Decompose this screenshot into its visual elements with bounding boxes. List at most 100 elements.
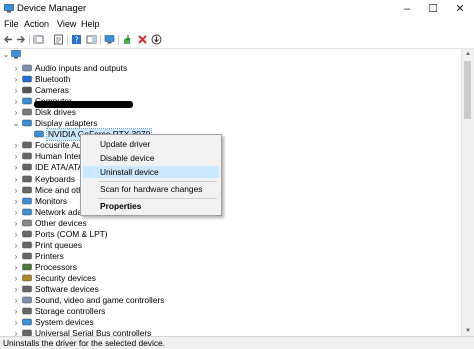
chevron-right-icon[interactable]: ›	[12, 207, 20, 218]
storage-controller-icon	[22, 307, 32, 315]
menu-file[interactable]: File	[4, 19, 19, 29]
forward-arrow-icon[interactable]	[15, 34, 26, 45]
tree-category-item[interactable]: › Audio inputs and outputs	[0, 63, 460, 74]
tree-category-item[interactable]: › Ports (COM & LPT)	[0, 229, 460, 240]
scroll-thumb[interactable]	[464, 61, 471, 119]
vertical-scrollbar[interactable]: ▲ ▼	[461, 49, 474, 336]
scroll-up-arrow-icon[interactable]: ▲	[462, 49, 474, 59]
port-icon	[22, 230, 32, 237]
chevron-right-icon[interactable]: ›	[12, 317, 20, 328]
tree-item-label: Ports (COM & LPT)	[35, 228, 108, 239]
tree-category-item[interactable]: › Security devices	[0, 273, 460, 284]
scroll-down-arrow-icon[interactable]: ▼	[462, 326, 474, 336]
chevron-right-icon[interactable]: ›	[12, 295, 20, 306]
chevron-right-icon[interactable]: ›	[12, 74, 20, 85]
help-icon[interactable]: ?	[71, 34, 82, 45]
chevron-right-icon[interactable]: ›	[12, 306, 20, 317]
menu-help[interactable]: Help	[81, 19, 100, 29]
menu-update-driver[interactable]: Update driver	[83, 138, 219, 150]
tree-category-item[interactable]: › Storage controllers	[0, 306, 460, 317]
display-adapter-icon	[34, 131, 44, 138]
chevron-right-icon[interactable]: ›	[12, 240, 20, 251]
tree-category-item[interactable]: › Sound, video and game controllers	[0, 295, 460, 306]
chevron-right-icon[interactable]: ›	[12, 328, 20, 336]
chevron-right-icon[interactable]: ›	[12, 85, 20, 96]
properties-icon[interactable]	[53, 34, 64, 45]
chevron-right-icon[interactable]: ›	[12, 107, 20, 118]
minimize-button[interactable]: –	[394, 0, 420, 18]
system-device-icon	[22, 318, 32, 326]
tree-item-label: Bluetooth	[35, 74, 71, 85]
tree-category-item[interactable]: › Human Inter	[0, 151, 460, 162]
tree-item-label: Keyboards	[35, 173, 76, 184]
menu-uninstall-device[interactable]: Uninstall device	[83, 166, 219, 178]
tree-category-item[interactable]: › Software devices	[0, 284, 460, 295]
menu-separator	[98, 198, 217, 199]
mouse-icon	[22, 186, 32, 193]
tree-category-item[interactable]: › Keyboards	[0, 174, 460, 185]
tree-item-label: Human Inter	[35, 151, 82, 162]
tree-item-label: Other devices	[35, 217, 87, 228]
tree-category-item[interactable]: › Mice and oth	[0, 185, 460, 196]
toolbar: ?	[0, 32, 474, 49]
maximize-button[interactable]: ☐	[420, 0, 446, 18]
download-circle-icon[interactable]	[151, 34, 162, 45]
chevron-right-icon[interactable]: ›	[12, 251, 20, 262]
tree-item-label: Audio inputs and outputs	[35, 63, 128, 73]
chevron-right-icon[interactable]: ›	[12, 229, 20, 240]
chevron-down-icon[interactable]: ⌄	[2, 49, 10, 60]
tree-category-item[interactable]: › Monitors	[0, 196, 460, 207]
chevron-right-icon[interactable]: ›	[12, 162, 20, 173]
chevron-right-icon[interactable]: ›	[12, 262, 20, 273]
tree-category-item[interactable]: › Bluetooth	[0, 74, 460, 85]
scan-hardware-icon[interactable]	[104, 34, 115, 45]
tree-item-label: Display adapters	[35, 118, 98, 129]
chevron-right-icon[interactable]: ›	[12, 174, 20, 185]
display-adapter-icon	[22, 120, 32, 127]
chevron-right-icon[interactable]: ›	[12, 284, 20, 295]
menu-disable-device[interactable]: Disable device	[83, 152, 219, 164]
menu-scan-hardware-changes[interactable]: Scan for hardware changes	[83, 183, 219, 195]
menu-action[interactable]: Action	[24, 19, 49, 29]
tree-category-item[interactable]: › System devices	[0, 317, 460, 328]
tree-category-item[interactable]: › Printers	[0, 251, 460, 262]
usb-icon	[22, 142, 32, 149]
tree-root[interactable]: ⌄	[0, 49, 460, 60]
hid-icon	[22, 153, 32, 160]
chevron-right-icon[interactable]: ›	[12, 273, 20, 284]
chevron-right-icon[interactable]: ›	[12, 185, 20, 196]
chevron-right-icon[interactable]: ›	[12, 63, 20, 74]
menu-separator	[98, 181, 217, 182]
tree-item-label: Disk drives	[35, 107, 76, 118]
uninstall-x-icon[interactable]	[137, 34, 148, 45]
network-adapter-icon	[22, 208, 32, 215]
close-button[interactable]: ✕	[447, 0, 473, 18]
chevron-right-icon[interactable]: ›	[12, 218, 20, 229]
tree-category-item[interactable]: › Cameras	[0, 85, 460, 96]
chevron-right-icon[interactable]: ›	[12, 151, 20, 162]
update-driver-icon[interactable]	[123, 34, 134, 45]
tree-device-item[interactable]: NVIDIA GeForce RTX 3070	[0, 128, 460, 142]
chevron-right-icon[interactable]: ›	[12, 96, 20, 107]
status-bar: Uninstalls the driver for the selected d…	[0, 336, 474, 349]
tree-item-label: Storage controllers	[35, 306, 106, 317]
tree-category-item[interactable]: › Disk drives	[0, 107, 460, 118]
sound-icon	[22, 296, 32, 304]
menu-view[interactable]: View	[57, 19, 76, 29]
tree-category-item[interactable]: › Focusrite Au	[0, 140, 460, 151]
tree-category-item[interactable]: › Processors	[0, 262, 460, 273]
tree-category-item[interactable]: › Computer	[0, 96, 460, 107]
menu-properties[interactable]: Properties	[83, 200, 219, 212]
chevron-right-icon[interactable]: ›	[12, 140, 20, 151]
show-hide-console-tree-icon[interactable]	[33, 34, 44, 45]
back-arrow-icon[interactable]	[3, 34, 14, 45]
tree-category-item[interactable]: › IDE ATA/ATAP	[0, 162, 460, 173]
chevron-right-icon[interactable]: ›	[12, 196, 20, 207]
tree-category-item[interactable]: › Other devices	[0, 218, 460, 229]
tree-category-item[interactable]: › Print queues	[0, 240, 460, 251]
tree-category-item[interactable]: › Network ada	[0, 207, 460, 218]
tree-category-item[interactable]: ⌄ Display adapters	[0, 118, 460, 129]
tree-category-item[interactable]: › Universal Serial Bus controllers	[0, 328, 460, 336]
action-pane-icon[interactable]	[86, 34, 97, 45]
chevron-down-icon[interactable]: ⌄	[12, 118, 20, 129]
